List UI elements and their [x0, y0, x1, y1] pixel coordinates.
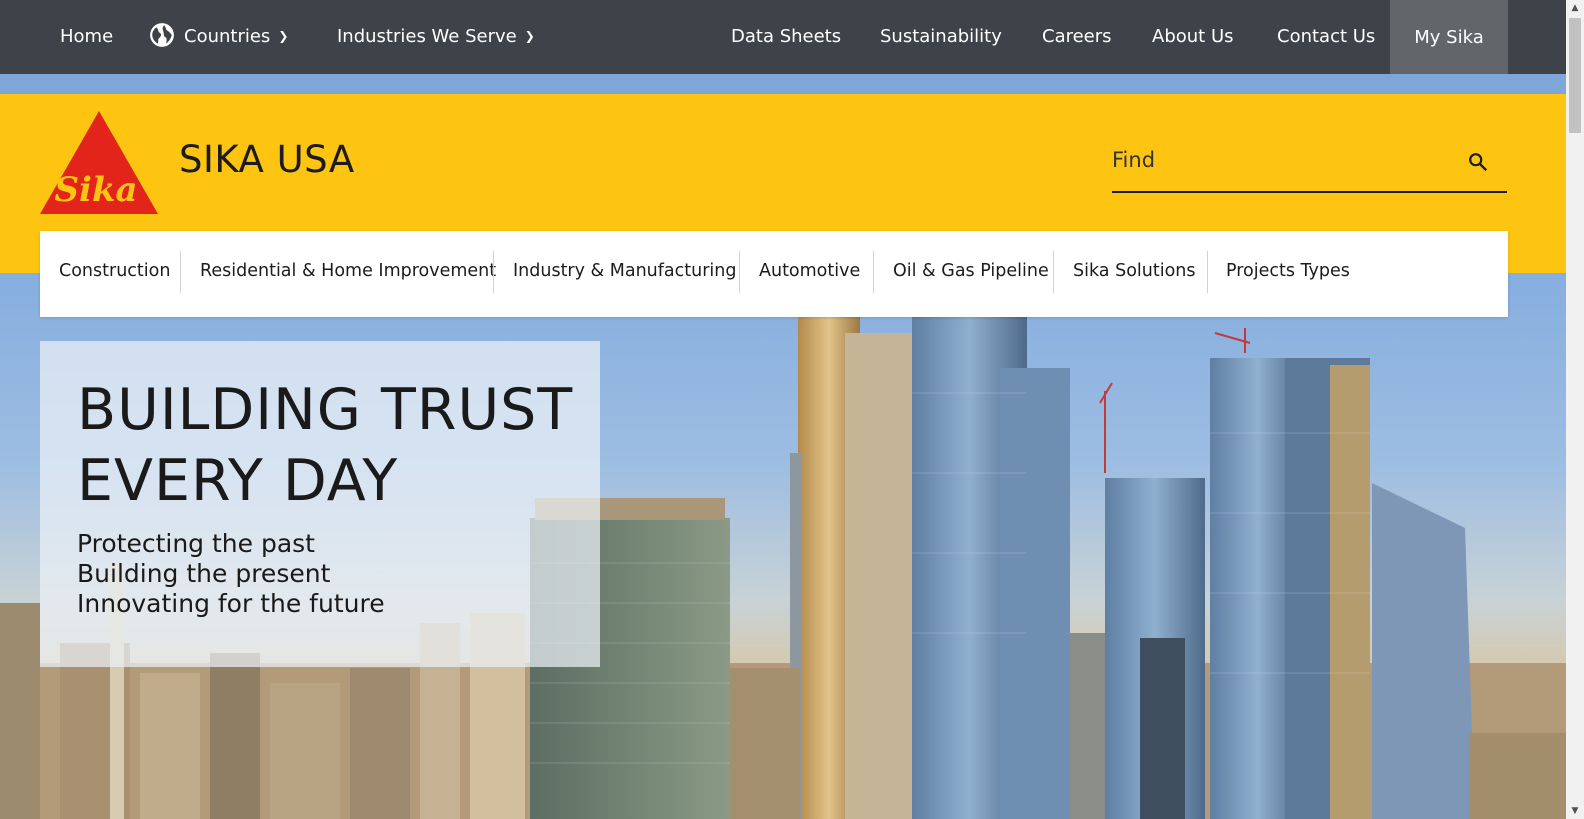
hero-tagline-line3: Innovating for the future [77, 589, 385, 618]
hero-headline: BUILDING TRUST EVERY DAY [77, 375, 573, 517]
nav-about-us-link[interactable]: About Us [1152, 0, 1234, 74]
logo-wordmark: Sika [54, 170, 137, 210]
hero-tagline-line1: Protecting the past [77, 529, 315, 558]
nav-contact-us-link[interactable]: Contact Us [1277, 0, 1375, 74]
nav-countries-dropdown[interactable]: Countries ❯ [149, 0, 288, 74]
nav-careers-link[interactable]: Careers [1042, 0, 1112, 74]
hero-headline-line1: BUILDING TRUST [77, 377, 574, 443]
scroll-up-arrow-icon[interactable]: ▲ [1566, 0, 1584, 16]
nav-sustainability-link[interactable]: Sustainability [880, 0, 1002, 74]
category-divider [873, 251, 874, 293]
scrollbar-thumb[interactable] [1569, 18, 1581, 133]
category-sika-solutions[interactable]: Sika Solutions [1073, 231, 1196, 317]
globe-icon [150, 23, 174, 47]
hero-tagline-line2: Building the present [77, 559, 331, 588]
search-field [1112, 134, 1507, 193]
my-sika-button[interactable]: My Sika [1390, 0, 1508, 74]
category-divider [1207, 251, 1208, 293]
nav-countries-label: Countries [184, 26, 271, 47]
category-construction[interactable]: Construction [59, 231, 170, 317]
category-nav: Construction Residential & Home Improvem… [40, 231, 1508, 317]
nav-home-link[interactable]: Home [60, 0, 113, 74]
hero-tagline: Protecting the past Building the present… [77, 529, 385, 619]
category-divider [180, 251, 181, 293]
nav-industries-dropdown[interactable]: Industries We Serve ❯ [337, 0, 535, 74]
hero-headline-line2: EVERY DAY [77, 448, 399, 514]
chevron-down-icon: ❯ [524, 29, 535, 43]
category-residential[interactable]: Residential & Home Improvement [200, 231, 496, 317]
search-icon[interactable] [1467, 151, 1489, 173]
top-nav-bar: Home Countries ❯ Industries We Serve ❯ Dat… [0, 0, 1566, 74]
category-divider [739, 251, 740, 293]
chevron-down-icon: ❯ [278, 29, 289, 43]
nav-data-sheets-link[interactable]: Data Sheets [731, 0, 841, 74]
search-input[interactable] [1112, 140, 1452, 180]
category-divider [1053, 251, 1054, 293]
category-projects-types[interactable]: Projects Types [1226, 231, 1350, 317]
scroll-down-arrow-icon[interactable]: ▼ [1566, 803, 1584, 819]
nav-industries-label: Industries We Serve [337, 26, 517, 47]
category-industry-manufacturing[interactable]: Industry & Manufacturing [513, 231, 736, 317]
sika-logo[interactable]: Sika [40, 111, 158, 214]
category-divider [493, 251, 494, 293]
category-oil-gas-pipeline[interactable]: Oil & Gas Pipeline [893, 231, 1049, 317]
hero-text-panel: BUILDING TRUST EVERY DAY Protecting the … [40, 341, 600, 667]
page-scrollbar[interactable]: ▲ ▼ [1566, 0, 1584, 819]
header-strip [0, 74, 1566, 94]
category-automotive[interactable]: Automotive [759, 231, 860, 317]
site-brand-title: SIKA USA [179, 138, 355, 181]
